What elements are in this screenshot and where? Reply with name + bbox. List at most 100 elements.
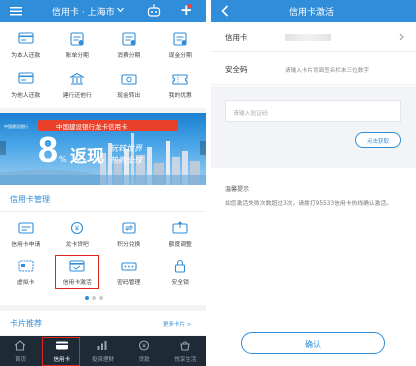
banner-prev-arrow[interactable] (0, 141, 6, 155)
security-code-row[interactable]: 安全码 请输入卡片背面签名栏末三位数字 (211, 52, 416, 85)
home-icon (14, 340, 26, 353)
tab-investment[interactable]: 投资理财 (82, 336, 123, 366)
virtual-card-icon (18, 259, 34, 275)
card-apply-icon (18, 221, 34, 237)
banner-small-text: 中国建设银行 (4, 124, 28, 129)
coupon-icon (172, 72, 188, 88)
manage-item-label: 额度调整 (168, 242, 192, 248)
bottom-tab-bar: 首页 信用卡 投资理财 ¥ 贷款 悦享生活 (0, 336, 206, 366)
password-icon (121, 259, 137, 275)
quick-item-label: 现金分期 (168, 53, 192, 59)
banner-slogan-1: 玩转世界 (110, 144, 142, 153)
quick-item-card-repay[interactable]: 为本人还款 (0, 26, 52, 66)
quick-item-label: 为本人还款 (11, 53, 41, 59)
investment-icon (96, 340, 108, 353)
chevron-right-icon (399, 33, 404, 43)
get-code-button[interactable]: 点击获取 (355, 132, 401, 148)
lock-icon (172, 259, 188, 275)
top-header: 信用卡 · 上海市 + (0, 0, 206, 22)
banner-percent-number: 8 (38, 129, 59, 170)
confirm-label: 确认 (305, 340, 321, 349)
verification-placeholder: 请输入验证码 (233, 111, 268, 117)
security-hint: 请输入卡片背面签名栏末三位数字 (285, 68, 369, 74)
quick-item-label: 现金转出 (117, 93, 141, 99)
repay-others-icon (18, 72, 34, 86)
tab-loan-coin[interactable]: ¥ 贷款 (124, 336, 165, 366)
tips-title: 温馨提示 (225, 186, 250, 193)
bill-installment-icon (69, 32, 85, 48)
manage-item-lock[interactable]: 安全锁 (155, 253, 207, 291)
promo-banner[interactable]: 中国建设银行龙卡信用卡 中国建设银行 8 % 返现 玩转世界 热购全球 (0, 113, 206, 185)
security-label: 安全码 (225, 65, 248, 74)
section-divider (0, 211, 206, 212)
quick-item-label: 为他人还款 (11, 93, 41, 99)
header-title[interactable]: 信用卡 · 上海市 (52, 5, 115, 18)
back-arrow-icon[interactable] (221, 5, 229, 19)
quick-item-coupon[interactable]: 我的优惠 (155, 66, 207, 106)
manage-item-label: 密码管理 (117, 280, 141, 286)
get-code-label: 点击获取 (366, 139, 389, 145)
manage-item-label: 安全锁 (171, 280, 189, 286)
tab-highlight-box (42, 337, 80, 366)
manage-item-label: 龙卡贷吧 (65, 242, 89, 248)
manage-item-limit-adjust[interactable]: 额度调整 (155, 215, 207, 253)
tab-label: 贷款 (138, 357, 150, 363)
cash-installment-icon (172, 32, 188, 48)
quick-item-label: 我的优惠 (168, 93, 192, 99)
manage-item-points-exchange[interactable]: 积分兑换 (103, 215, 155, 253)
tab-label: 首页 (15, 357, 27, 363)
notification-dot (188, 4, 192, 8)
quick-item-repay-others[interactable]: 为他人还款 (0, 66, 52, 106)
quick-item-bill-installment[interactable]: 账单分期 (52, 26, 104, 66)
card-label: 信用卡 (225, 33, 248, 42)
quick-function-grid: 为本人还款 账单分期 消费分期 现金分期为他人还款 建行还他行 现金转出 我的优惠 (0, 22, 206, 108)
quick-item-cash-out[interactable]: 现金转出 (103, 66, 155, 106)
tab-label: 悦享生活 (174, 357, 197, 363)
card-repay-icon (18, 32, 34, 46)
manage-item-label: 虚拟卡 (17, 280, 35, 286)
menu-icon[interactable] (10, 5, 22, 17)
bank-transfer-icon (69, 72, 86, 88)
more-cards-link[interactable]: 更多卡片 > (163, 320, 191, 328)
quick-item-cash-installment[interactable]: 现金分期 (155, 26, 207, 66)
tab-life[interactable]: 悦享生活 (165, 336, 206, 366)
manage-item-card-apply[interactable]: 信用卡申请 (0, 215, 52, 253)
manage-item-label: 信用卡申请 (11, 242, 41, 248)
card-number-masked (285, 34, 331, 41)
quick-item-label: 建行还他行 (62, 93, 92, 99)
quick-item-consume-installment[interactable]: 消费分期 (103, 26, 155, 66)
quick-item-bank-transfer[interactable]: 建行还他行 (52, 66, 104, 106)
activation-title: 信用卡激活 (289, 8, 335, 18)
dot-active (85, 296, 89, 300)
manage-item-virtual-card[interactable]: 虚拟卡 (0, 253, 52, 291)
dot (92, 296, 96, 300)
recommend-title: 卡片推荐 (10, 319, 42, 328)
robot-assistant-icon[interactable] (147, 4, 161, 19)
activate-highlight-box (55, 255, 99, 289)
consume-installment-icon (121, 32, 137, 48)
banner-slogan-2: 热购全球 (110, 156, 142, 165)
tips-body: 如您激活失败次数超过3次，请拨打95533信用卡热线确认激活。 (225, 201, 393, 207)
credit-card-home-screen: 信用卡 · 上海市 + 为本人还款 账单分期 消费分期 现金分期为他人还款 建行还他行 现… (0, 0, 206, 366)
tab-home[interactable]: 首页 (0, 336, 41, 366)
loan-icon: ¥ (69, 221, 85, 237)
dot (99, 296, 103, 300)
card-number-row[interactable]: 信用卡 (211, 22, 416, 52)
manage-item-label: 积分兑换 (117, 242, 141, 248)
quick-item-label: 账单分期 (65, 53, 89, 59)
svg-text:¥: ¥ (75, 226, 79, 233)
verification-input[interactable]: 请输入验证码 (225, 100, 401, 122)
chevron-down-icon[interactable] (117, 7, 124, 15)
activation-header: 信用卡激活 (211, 0, 416, 22)
manage-item-password[interactable]: 密码管理 (103, 253, 155, 291)
manage-item-loan[interactable]: ¥ 龙卡贷吧 (52, 215, 104, 253)
banner-percent-sign: % (59, 155, 67, 164)
quick-item-label: 消费分期 (117, 53, 141, 59)
limit-adjust-icon (172, 221, 188, 237)
tab-label: 投资理财 (91, 357, 114, 363)
verification-area: 请输入验证码 点击获取 (211, 86, 416, 168)
confirm-button[interactable]: 确认 (241, 332, 385, 354)
page-dots (85, 294, 103, 302)
card-management-section: 信用卡管理 信用卡申请 ¥ 龙卡贷吧 积分兑换 额度调整 虚拟卡 信用卡激活 密码管理 安全锁 (0, 185, 206, 305)
section-title: 信用卡管理 (10, 195, 50, 204)
